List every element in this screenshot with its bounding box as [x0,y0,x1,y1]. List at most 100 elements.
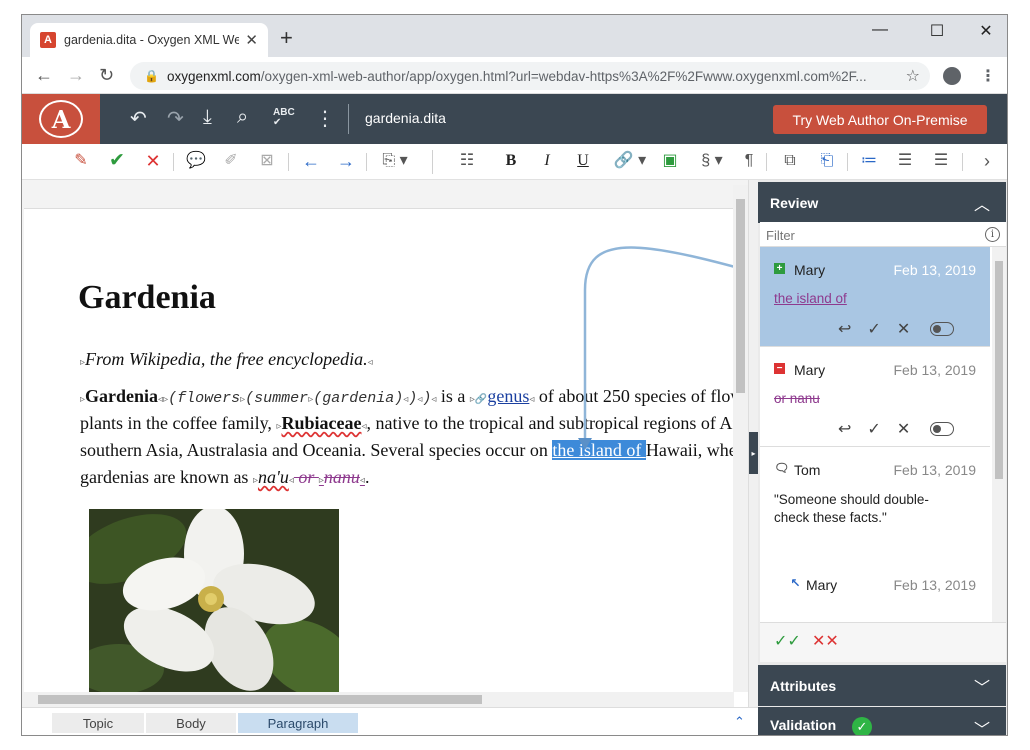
toolbar-divider [847,153,848,171]
undo-icon[interactable]: ↶ [130,106,147,131]
insert-reference-icon[interactable]: ⎗ [816,151,838,171]
reload-icon[interactable]: ↻ [99,65,114,86]
window-close-button[interactable]: ✕ [976,21,996,41]
url-text: oxygenxml.com/oxygen-xml-web-author/app/… [166,68,867,84]
toolbar-divider [962,153,963,171]
editor-vertical-scrollbar[interactable] [733,185,748,692]
editor-horizontal-scrollbar[interactable] [22,692,734,707]
insert-image-icon[interactable]: ▣ [659,151,681,171]
done-toggle[interactable] [930,422,955,436]
underline-button[interactable]: U [572,151,594,171]
expand-chevron-icon[interactable]: ﹀ [974,716,990,735]
browser-tab[interactable]: A gardenia.dita - Oxygen XML Web ✕ [30,23,268,57]
reply-icon[interactable]: ↩ [838,419,851,439]
search-icon[interactable]: ⌕ [237,106,248,129]
forward-arrow-icon[interactable]: → [67,65,85,86]
insert-element-icon[interactable]: ⧉ [779,151,801,171]
toolbar-divider [366,153,367,171]
breadcrumb-topic[interactable]: Topic [52,713,144,733]
url-input[interactable]: 🔒 oxygenxml.com/oxygen-xml-web-author/ap… [130,62,930,90]
tab-title: gardenia.dita - Oxygen XML Web [64,33,240,47]
toolbar-divider [432,150,433,174]
expand-breadcrumb-icon[interactable]: ⌃ [734,714,745,730]
accept-icon[interactable]: ✓ [867,319,880,339]
review-card[interactable]: + Mary Feb 13, 2019 the island of ↩ ✓ ✕ [760,247,990,347]
toolbar-divider [766,153,767,171]
toolbar-overflow-chevron-icon[interactable]: › [976,151,998,171]
accept-all-icon[interactable]: ✓✓ [774,631,801,651]
editor-toolbar: ✎ ✔ ✕ 💬 ✐ ⊠ ← → ⎘ ▾ ☷ B I U 🔗 ▾ ▣ § ▾ ¶ … [22,144,1007,180]
breadcrumb: Topic Body Paragraph ⌃ [22,707,759,735]
review-card[interactable]: − Mary Feb 13, 2019 or nanu ↩ ✓ ✕ [760,347,990,447]
validation-ok-icon: ✓ [852,717,872,735]
review-header[interactable]: Review ︿ [758,182,1006,223]
change-connector-line [578,246,783,450]
collapse-chevron-icon[interactable]: ︿ [974,191,990,215]
address-bar-row: ← → ↻ 🔒 oxygenxml.com/oxygen-xml-web-aut… [22,57,1007,94]
reject-icon[interactable]: ✕ [897,319,910,339]
previous-change-icon[interactable]: ← [300,151,322,171]
toolbar-divider [173,153,174,171]
attributes-header[interactable]: Attributes ﹀ [758,665,1006,706]
link-menu-icon[interactable]: 🔗 ▾ [612,151,648,171]
lock-icon: 🔒 [144,69,159,83]
tab-strip: A gardenia.dita - Oxygen XML Web ✕ + — ☐… [22,15,1007,57]
bold-button[interactable]: B [500,151,522,171]
minimize-button[interactable]: — [870,21,890,39]
validation-header[interactable]: Validation ✓ ﹀ [758,707,1006,735]
info-icon[interactable]: i [985,227,1000,242]
insert-list-item-icon[interactable]: ≔ [858,151,880,171]
paste-menu-icon[interactable]: ⎘ ▾ [377,151,413,171]
review-card[interactable]: 🗨 Tom Feb 13, 2019 "Someone should doubl… [760,447,990,622]
deletion-icon: − [774,363,785,374]
toolbar-divider [288,153,289,171]
oxygen-favicon-icon: A [40,32,56,48]
outline-icon[interactable]: ☷ [456,151,478,171]
track-changes-icon[interactable]: ✎ [70,151,92,171]
browser-menu-icon[interactable]: ⋮ [980,66,996,86]
remove-comment-icon[interactable]: ⊠ [256,151,278,171]
breadcrumb-body[interactable]: Body [146,713,236,733]
reject-icon[interactable]: ✕ [897,419,910,439]
editor-area: Gardenia ▹From Wikipedia, the free encyc… [22,180,783,692]
redo-icon[interactable]: ↷ [167,106,184,131]
accept-icon[interactable]: ✓ [867,419,880,439]
edit-comment-icon[interactable]: ✐ [220,151,242,171]
side-panel-splitter[interactable]: ▸ [748,180,758,707]
expand-chevron-icon[interactable]: ﹀ [974,674,990,698]
profile-icon[interactable] [943,67,961,85]
review-filter-input[interactable]: Filter i [760,222,1006,247]
accept-change-icon[interactable]: ✔ [106,151,128,171]
app-header: A ↶ ↷ ⤓ ⌕ ABC ✔ ⋮ gardenia.dita Try Web A… [22,94,1007,144]
reject-all-icon[interactable]: ✕✕ [812,631,839,651]
section-button[interactable]: § ▾ [694,151,730,171]
gardenia-flower-image[interactable] [89,509,339,692]
back-arrow-icon[interactable]: ← [35,65,53,86]
reply-arrow-icon: ↖ [790,576,801,590]
tab-close-icon[interactable]: ✕ [245,31,258,49]
try-on-premise-button[interactable]: Try Web Author On-Premise [773,105,987,134]
collapse-panel-icon[interactable]: ▸ [749,432,758,474]
review-scrollbar[interactable] [992,247,1006,622]
reject-change-icon[interactable]: ✕ [142,151,164,171]
reply-icon[interactable]: ↩ [838,319,851,339]
add-comment-icon[interactable]: 💬 [185,151,207,171]
italic-button[interactable]: I [536,151,558,171]
ordered-list-icon[interactable]: ☰ [894,151,916,171]
download-icon[interactable]: ⤓ [203,106,212,129]
review-list: + Mary Feb 13, 2019 the island of ↩ ✓ ✕ − … [760,247,1006,622]
next-change-icon[interactable]: → [335,151,357,171]
unordered-list-icon[interactable]: ☰ [930,151,952,171]
review-bulk-actions: ✓✓ ✕✕ [760,622,1006,662]
browser-window: A gardenia.dita - Oxygen XML Web ✕ + — ☐… [21,14,1008,736]
header-divider [348,104,349,134]
document-name: gardenia.dita [365,110,446,126]
more-menu-icon[interactable]: ⋮ [315,106,335,131]
breadcrumb-paragraph[interactable]: Paragraph [238,713,358,733]
spellcheck-icon[interactable]: ABC ✔ [273,108,295,128]
paragraph-button[interactable]: ¶ [738,151,760,171]
maximize-button[interactable]: ☐ [927,21,947,41]
done-toggle[interactable] [930,322,955,336]
bookmark-star-icon[interactable]: ☆ [906,66,920,86]
new-tab-button[interactable]: + [280,27,293,49]
